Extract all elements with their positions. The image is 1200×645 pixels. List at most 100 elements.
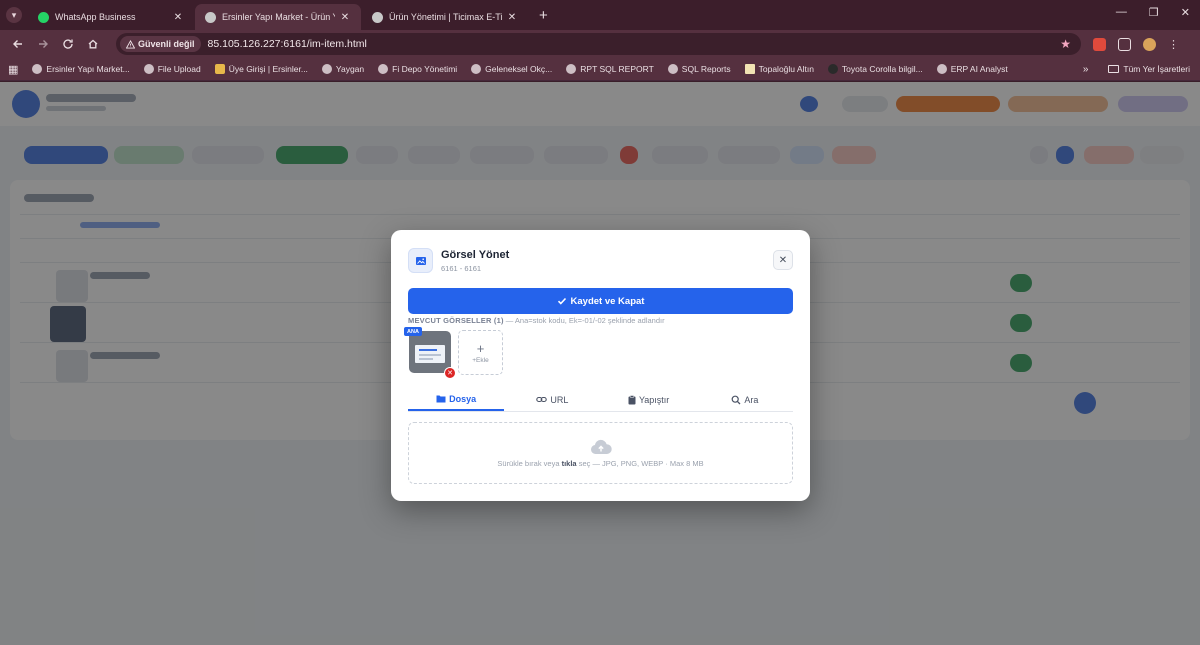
- bookmark-item[interactable]: File Upload: [143, 64, 201, 74]
- delete-image-button[interactable]: ✕: [444, 367, 456, 379]
- bookmark-item[interactable]: Fi Depo Yönetimi: [378, 64, 457, 74]
- window-close-icon[interactable]: ✕: [1181, 6, 1190, 19]
- all-bookmarks[interactable]: Tüm Yer İşaretleri: [1108, 64, 1190, 74]
- bookmark-label: Yaygan: [335, 64, 365, 74]
- dropzone-click-text[interactable]: tıkla: [562, 459, 577, 468]
- existing-image-thumbnail[interactable]: [409, 331, 451, 373]
- bookmark-star-icon[interactable]: ★: [1060, 37, 1071, 51]
- window-controls: — ❐ ✕: [1116, 6, 1190, 19]
- bookmark-label: Topaloğlu Altın: [758, 64, 814, 74]
- upload-source-tabs: Dosya URL Yapıştır Ara: [408, 388, 793, 412]
- existing-images-label: MEVCUT GÖRSELLER (1) — Ana=stok kodu, Ek…: [408, 316, 665, 325]
- bookmark-item[interactable]: SQL Reports: [667, 64, 731, 74]
- tab-close-icon[interactable]: ✕: [506, 12, 518, 23]
- save-and-close-button[interactable]: Kaydet ve Kapat: [408, 288, 793, 314]
- profile-avatar[interactable]: [1143, 37, 1156, 51]
- bookmark-item[interactable]: Üye Girişi | Ersinler...: [214, 64, 308, 74]
- site-icon: [827, 64, 838, 74]
- dropzone-text: Sürükle bırak veya tıkla seç — JPG, PNG,…: [497, 459, 703, 468]
- tab-label: Ara: [744, 394, 759, 405]
- globe-icon: [205, 11, 216, 23]
- url-text[interactable]: 85.105.126.227:6161/im-item.html: [208, 38, 1061, 50]
- bookmark-item[interactable]: Yaygan: [321, 64, 365, 74]
- link-icon: [536, 396, 548, 403]
- tab-search-icon[interactable]: ▾: [6, 7, 22, 23]
- bookmarks-overflow-icon[interactable]: »: [1083, 64, 1089, 75]
- extension-icon[interactable]: [1093, 37, 1106, 51]
- security-label: Güvenli değil: [138, 39, 195, 49]
- tab-whatsapp[interactable]: WhatsApp Business ✕: [28, 4, 194, 30]
- tab-ticimax[interactable]: Ürün Yönetimi | Ticimax E-Ticar ✕: [362, 4, 528, 30]
- modal-close-button[interactable]: ✕: [773, 250, 793, 270]
- globe-icon: [378, 64, 389, 74]
- bookmark-item[interactable]: Geleneksel Okç...: [471, 64, 552, 74]
- browser-tab-strip: ▾ WhatsApp Business ✕ Ersinler Yapı Mark…: [0, 0, 1200, 30]
- plus-icon: +: [476, 340, 485, 356]
- apps-grid-icon[interactable]: ▦: [8, 63, 18, 76]
- bookmark-item[interactable]: Ersinler Yapı Market...: [32, 64, 130, 74]
- restore-icon[interactable]: ❐: [1149, 6, 1159, 19]
- check-icon: [557, 297, 566, 305]
- address-bar[interactable]: Güvenli değil 85.105.126.227:6161/im-ite…: [116, 33, 1081, 55]
- bookmark-label: Toyota Corolla bilgil...: [841, 64, 923, 74]
- bookmark-label: ERP AI Analyst: [950, 64, 1008, 74]
- warning-icon: [126, 39, 135, 49]
- close-icon: ✕: [447, 370, 453, 377]
- bookmark-label: Fi Depo Yönetimi: [392, 64, 458, 74]
- new-tab-icon[interactable]: +: [539, 7, 548, 24]
- home-icon[interactable]: [83, 34, 103, 54]
- globe-icon: [936, 64, 947, 74]
- globe-icon: [372, 11, 383, 23]
- forward-icon[interactable]: [33, 34, 53, 54]
- bookmark-label: SQL Reports: [681, 64, 731, 74]
- close-icon: ✕: [778, 254, 788, 266]
- dropzone-text-part: Sürükle bırak veya: [497, 458, 562, 468]
- tab-label: Yapıştır: [638, 394, 670, 405]
- tab-yapistir[interactable]: Yapıştır: [601, 388, 697, 411]
- puzzle-icon[interactable]: [1118, 37, 1131, 51]
- image-manager-modal: Görsel Yönet 6161 - 6161 ✕ Kaydet ve Kap…: [391, 230, 810, 501]
- dropzone-text-part: seç — JPG, PNG, WEBP · Max 8 MB: [576, 458, 704, 468]
- folder-icon: [436, 395, 446, 403]
- tab-url[interactable]: URL: [504, 388, 600, 411]
- file-dropzone[interactable]: Sürükle bırak veya tıkla seç — JPG, PNG,…: [408, 422, 793, 484]
- tab-dosya[interactable]: Dosya: [408, 388, 505, 411]
- kebab-menu-icon[interactable]: ⋮: [1168, 38, 1179, 51]
- tab-close-icon[interactable]: ✕: [339, 12, 351, 23]
- cloud-upload-icon: [590, 439, 612, 454]
- tab-label: URL: [550, 394, 569, 405]
- browser-toolbar: Güvenli değil 85.105.126.227:6161/im-ite…: [0, 30, 1200, 58]
- bookmark-item[interactable]: ERP AI Analyst: [936, 64, 1008, 74]
- bookmark-item[interactable]: Toyota Corolla bilgil...: [827, 64, 923, 74]
- site-icon: [214, 64, 225, 74]
- globe-icon: [321, 64, 332, 74]
- reload-icon[interactable]: [58, 34, 78, 54]
- site-icon: [744, 64, 755, 74]
- whatsapp-icon: [38, 11, 49, 23]
- add-image-button[interactable]: + +Ekle: [458, 330, 503, 375]
- bookmark-item[interactable]: RPT SQL REPORT: [566, 64, 654, 74]
- preview-line: [419, 354, 441, 356]
- modal-title: Görsel Yönet: [441, 249, 510, 261]
- tab-title: WhatsApp Business: [55, 12, 136, 22]
- bookmark-label: File Upload: [157, 64, 201, 74]
- globe-icon: [32, 64, 43, 74]
- tab-close-icon[interactable]: ✕: [172, 12, 184, 23]
- section-title: MEVCUT GÖRSELLER (1): [408, 316, 504, 325]
- tab-title: Ürün Yönetimi | Ticimax E-Ticar: [389, 12, 502, 22]
- bookmark-label: RPT SQL REPORT: [580, 64, 654, 74]
- minimize-icon[interactable]: —: [1116, 6, 1127, 19]
- all-bookmarks-label: Tüm Yer İşaretleri: [1123, 64, 1190, 74]
- tab-ersinler[interactable]: Ersinler Yapı Market - Ürün Yöne ✕: [195, 4, 361, 30]
- tab-ara[interactable]: Ara: [697, 388, 793, 411]
- toolbar-extensions: ⋮: [1093, 37, 1179, 51]
- save-label: Kaydet ve Kapat: [570, 295, 645, 307]
- bookmark-label: Geleneksel Okç...: [485, 64, 553, 74]
- clipboard-icon: [628, 394, 636, 404]
- globe-icon: [143, 64, 154, 74]
- back-icon[interactable]: [8, 34, 28, 54]
- security-chip[interactable]: Güvenli değil: [120, 36, 201, 52]
- bookmark-item[interactable]: Topaloğlu Altın: [744, 64, 814, 74]
- section-hint: — Ana=stok kodu, Ek=-01/-02 şeklinde adl…: [503, 316, 665, 325]
- globe-icon: [566, 64, 577, 74]
